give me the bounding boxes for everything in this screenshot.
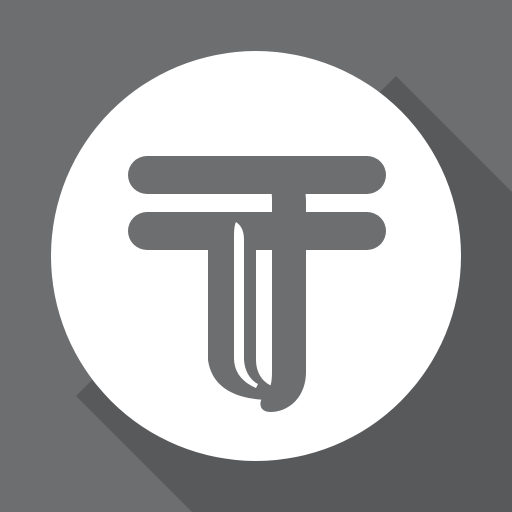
glyph-second-bar [128, 212, 386, 250]
tenge-currency-icon [0, 0, 512, 512]
